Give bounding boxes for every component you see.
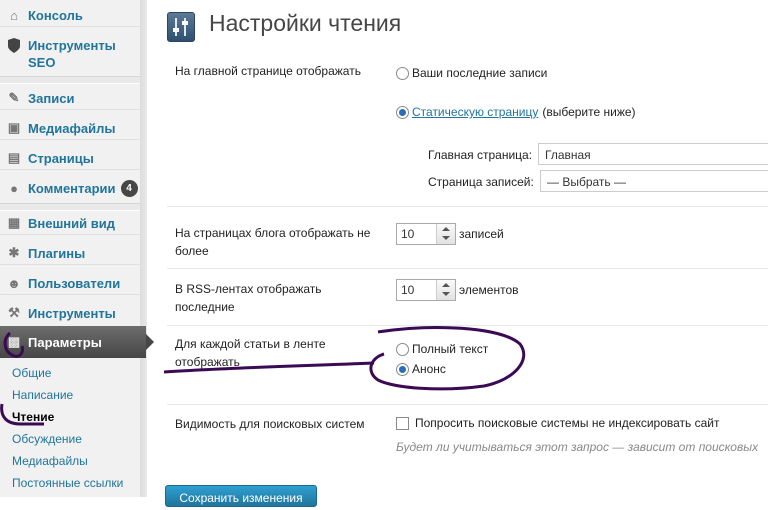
home-page-label: Главная страница:: [428, 148, 533, 162]
media-icon: ▣: [7, 120, 21, 135]
option-label: Ваши последние записи: [412, 66, 548, 80]
front-page-label: На главной странице отображать: [175, 64, 361, 78]
visibility-hint: Будет ли учитываться этот запрос — завис…: [396, 440, 759, 454]
pin-icon: ✎: [8, 90, 20, 105]
row-divider: [167, 268, 768, 269]
plugin-icon: ✱: [8, 245, 20, 260]
menu-posts[interactable]: ✎ Записи: [0, 87, 140, 110]
rss-unit: элементов: [459, 283, 519, 297]
posts-page-label: Страница записей:: [428, 175, 534, 189]
menu-media[interactable]: ▣ Медиафайлы: [0, 117, 140, 140]
submenu-general[interactable]: Общие: [12, 366, 51, 380]
home-page-select[interactable]: Главная: [538, 143, 768, 165]
menu-label: Консоль: [28, 7, 83, 23]
noindex-checkbox[interactable]: [396, 416, 409, 430]
menu-label: Инструменты SEO: [28, 38, 116, 70]
menu-label: Медиафайлы: [28, 120, 116, 136]
menu-settings[interactable]: ▩ Параметры: [0, 326, 154, 358]
option-latest-posts[interactable]: Ваши последние записи: [396, 66, 547, 80]
static-page-link[interactable]: Статическую страницу: [412, 105, 538, 119]
option-label: Анонс: [412, 362, 446, 376]
spin-down-icon[interactable]: [442, 292, 450, 296]
menu-label: Параметры: [28, 334, 102, 350]
row-divider: [167, 404, 768, 405]
menu-users[interactable]: ☻ Пользователи: [0, 272, 140, 295]
menu-appearance[interactable]: ▦ Внешний вид: [0, 212, 140, 235]
page-title: Настройки чтения: [209, 10, 402, 36]
spin-down-icon[interactable]: [442, 236, 450, 240]
option-summary[interactable]: Анонс: [396, 362, 446, 376]
visibility-label: Видимость для поисковых систем: [175, 417, 365, 431]
submenu-reading[interactable]: Чтение: [12, 410, 54, 424]
noindex-option[interactable]: Попросить поисковые системы не индексиро…: [396, 416, 720, 430]
tools-icon: ⚒: [8, 305, 20, 320]
radio-latest-posts[interactable]: [396, 66, 409, 80]
menu-label: Плагины: [28, 245, 86, 261]
save-button[interactable]: Сохранить изменения: [165, 485, 317, 507]
spinner-buttons[interactable]: [436, 280, 455, 300]
pages-icon: ▤: [7, 150, 21, 165]
spinner-value: 10: [401, 283, 415, 297]
menu-label: Записи: [28, 90, 75, 106]
option-static-page[interactable]: Статическую страницу (выберите ниже): [396, 105, 636, 119]
menu-separator: [0, 76, 140, 84]
comment-icon: ●: [10, 180, 18, 196]
submenu-permalinks[interactable]: Постоянные ссылки: [12, 476, 123, 490]
submenu-media[interactable]: Медиафайлы: [12, 454, 88, 468]
menu-label: Внешний вид: [28, 215, 115, 231]
users-icon: ☻: [7, 275, 21, 291]
menu-label: Страницы: [28, 150, 94, 166]
option-full-text[interactable]: Полный текст: [396, 342, 488, 356]
menu-label: Пользователи: [28, 275, 121, 291]
menu-dashboard[interactable]: ⌂ Консоль: [0, 4, 140, 27]
option-label: (выберите ниже): [542, 105, 636, 119]
option-label: Полный текст: [412, 342, 489, 356]
posts-per-page-input[interactable]: 10: [396, 223, 456, 245]
radio-summary[interactable]: [396, 362, 409, 376]
admin-sidebar: ⌂ Консоль Инструменты SEO ✎ Записи ▣ Мед…: [0, 0, 154, 497]
feed-label: Для каждой статьи в ленте отображать: [175, 337, 326, 369]
submenu-discussion[interactable]: Обсуждение: [12, 432, 82, 446]
radio-static-page[interactable]: [396, 105, 409, 119]
settings-icon: ▩: [7, 334, 21, 349]
posts-page-select[interactable]: — Выбрать —: [540, 170, 768, 192]
spinner-value: 10: [401, 227, 415, 241]
posts-unit: записей: [459, 227, 504, 241]
seo-shield-icon: [6, 37, 22, 53]
checkbox-label: Попросить поисковые системы не индексиро…: [415, 416, 720, 430]
settings-page-icon: [167, 12, 195, 42]
appearance-icon: ▦: [7, 215, 21, 230]
comment-count-badge: 4: [120, 179, 138, 197]
menu-label: Комментарии: [28, 180, 116, 196]
spin-up-icon[interactable]: [442, 283, 450, 287]
row-divider: [167, 325, 768, 326]
menu-comments[interactable]: ● Комментарии 4: [0, 177, 140, 199]
menu-pages[interactable]: ▤ Страницы: [0, 147, 140, 170]
settings-main: Настройки чтения На главной странице ото…: [147, 0, 768, 507]
row-divider: [167, 206, 768, 207]
dashboard-icon: ⌂: [10, 7, 18, 23]
menu-plugins[interactable]: ✱ Плагины: [0, 242, 140, 265]
menu-separator: [0, 203, 140, 211]
spin-up-icon[interactable]: [442, 227, 450, 231]
rss-label: В RSS-лентах отображать последние: [175, 282, 322, 314]
menu-seo[interactable]: Инструменты SEO: [0, 34, 140, 74]
menu-tools[interactable]: ⚒ Инструменты: [0, 302, 140, 324]
blog-pages-label: На страницах блога отображать не более: [175, 226, 371, 258]
spinner-buttons[interactable]: [436, 224, 455, 244]
radio-full-text[interactable]: [396, 342, 409, 356]
menu-label: Инструменты: [28, 305, 116, 321]
rss-items-input[interactable]: 10: [396, 279, 456, 301]
submenu-writing[interactable]: Написание: [12, 388, 73, 402]
